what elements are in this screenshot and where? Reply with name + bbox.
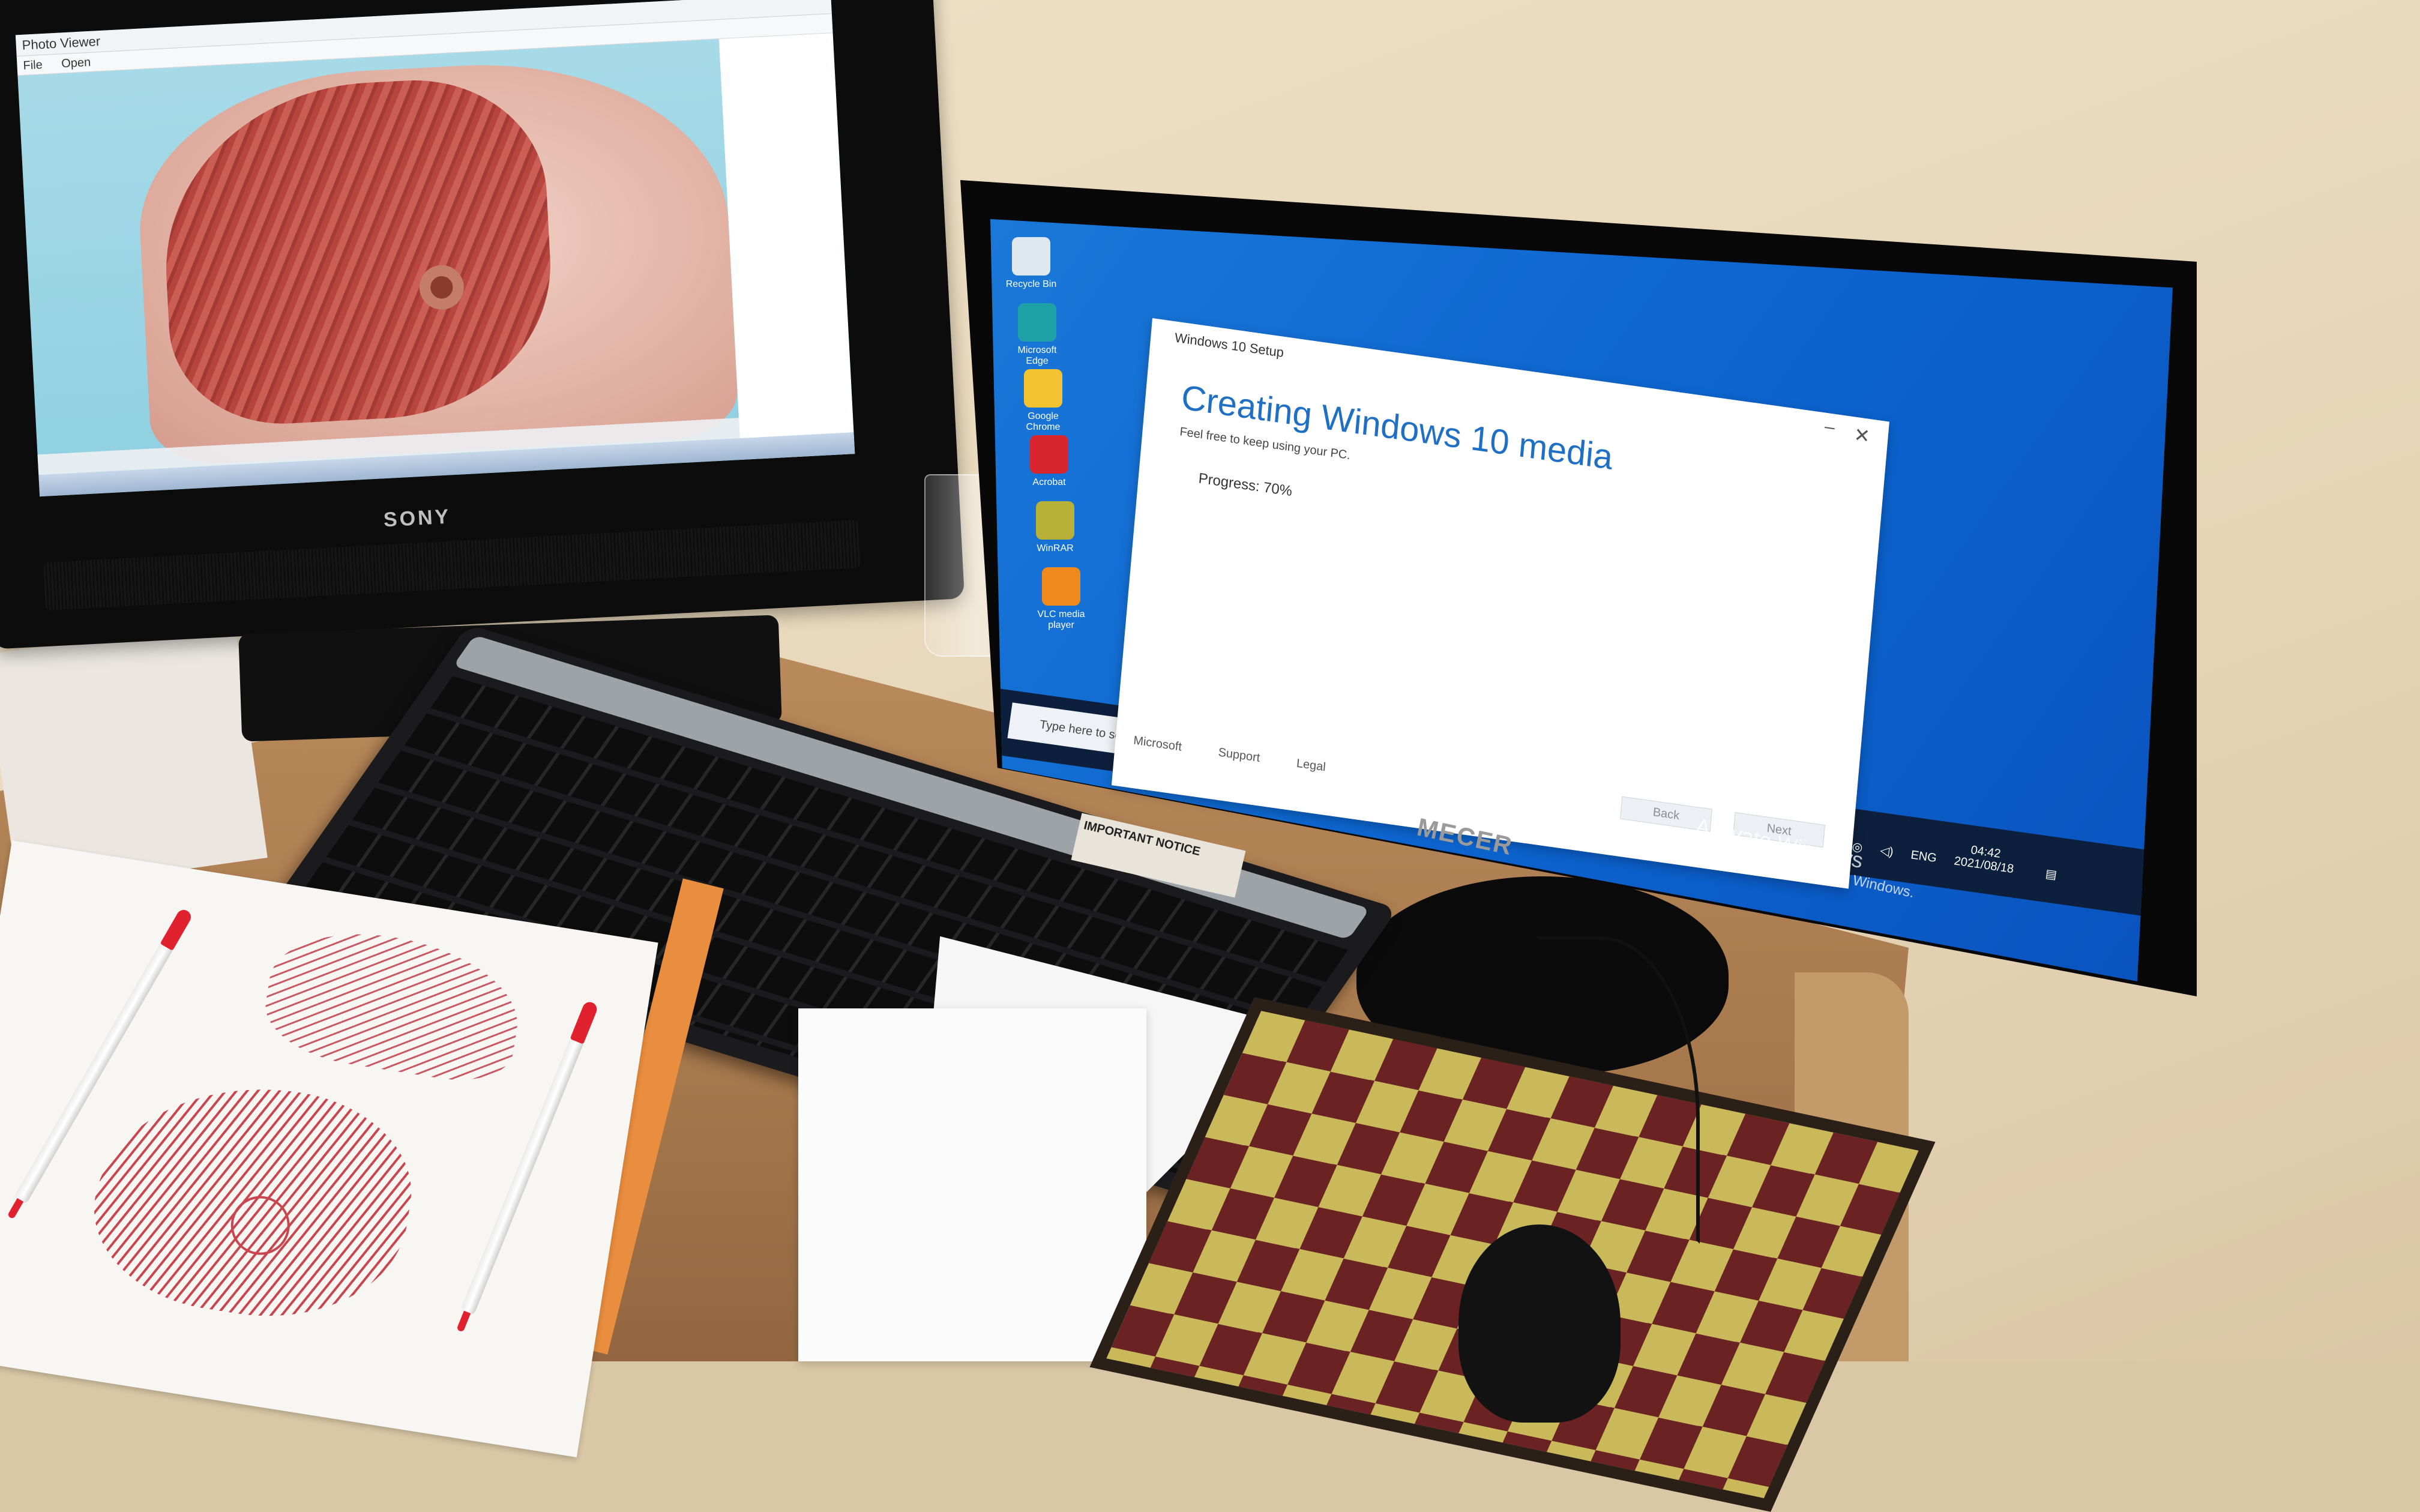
menu-open[interactable]: Open — [61, 56, 91, 71]
photo-viewer-title: Photo Viewer — [22, 33, 101, 53]
desktop-icon-chrome[interactable]: Google Chrome — [1014, 369, 1072, 433]
menu-file[interactable]: File — [23, 58, 43, 73]
desktop-icon-edge[interactable]: Microsoft Edge — [1008, 303, 1066, 367]
support-link[interactable]: Support — [1218, 745, 1260, 765]
loose-paper-front — [798, 1008, 1146, 1361]
legal-link[interactable]: Legal — [1296, 757, 1326, 774]
desktop-icon-label: Microsoft Edge — [1017, 345, 1057, 366]
winrar-icon — [1036, 501, 1074, 540]
anatomy-sketch-paper — [0, 840, 658, 1457]
sketch-hair — [258, 919, 528, 1089]
desktop-icon-vlc[interactable]: VLC media player — [1032, 567, 1090, 631]
desktop-icon-recycle-bin[interactable]: Recycle Bin — [1002, 237, 1060, 290]
edge-icon — [1018, 303, 1056, 342]
sony-speaker-grille — [43, 519, 861, 611]
minimize-button[interactable]: – — [1824, 417, 1835, 438]
desktop-icon-winrar[interactable]: WinRAR — [1026, 501, 1084, 554]
desktop-icon-label: Recycle Bin — [1005, 279, 1057, 289]
viewer-side-panel — [718, 33, 855, 460]
vlc-icon — [1042, 567, 1080, 606]
sony-screen: Photo Viewer File Open — [15, 0, 855, 497]
sony-monitor: Photo Viewer File Open SONY — [0, 0, 965, 649]
setup-progress-text: Progress: 70% — [1197, 470, 1293, 500]
desktop-icon-label: Acrobat — [1032, 477, 1066, 487]
notification-center-icon[interactable]: ▤ — [2044, 867, 2057, 882]
chrome-icon — [1024, 369, 1062, 408]
sony-logo: SONY — [382, 505, 452, 532]
setup-footer: Microsoft Support Legal — [1133, 733, 1359, 779]
taskbar-clock[interactable]: 04:42 2021/08/18 — [1953, 842, 2030, 878]
desktop-icon-label: Google Chrome — [1026, 411, 1061, 432]
computer-mouse[interactable] — [1458, 1224, 1621, 1423]
setup-window-title: Windows 10 Setup — [1174, 330, 1285, 361]
setup-heading: Creating Windows 10 media — [1179, 378, 1615, 477]
desktop-icon-acrobat[interactable]: Acrobat — [1020, 435, 1078, 488]
desktop-icon-label: WinRAR — [1037, 543, 1074, 553]
recycle-bin-icon — [1012, 237, 1050, 276]
close-button[interactable]: ✕ — [1853, 423, 1871, 448]
desktop-icon-label: VLC media player — [1037, 609, 1085, 630]
microsoft-logo-link[interactable]: Microsoft — [1133, 733, 1182, 753]
acrobat-icon — [1030, 435, 1068, 474]
